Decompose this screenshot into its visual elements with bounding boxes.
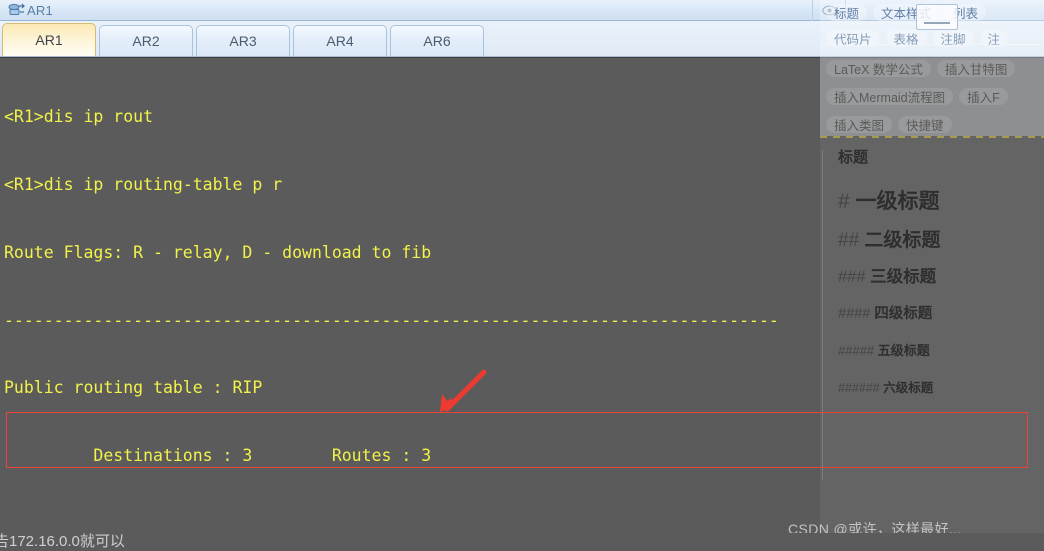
router-icon [5, 1, 27, 19]
tab-label: AR2 [132, 33, 160, 49]
tab-label: AR3 [229, 33, 257, 49]
tab-ar6[interactable]: AR6 [390, 25, 484, 56]
terminal-line: Public routing table : RIP [4, 378, 263, 398]
bottom-cut-text: 告172.16.0.0就可以 [0, 533, 125, 550]
terminal-text: <R1>dis ip rout <R1>dis ip routing-table… [0, 58, 1044, 551]
tab-ar4[interactable]: AR4 [293, 25, 387, 56]
window-title: AR1 [27, 2, 53, 18]
title-bar: AR1 [0, 0, 1044, 21]
terminal-line: <R1>dis ip rout [4, 107, 154, 127]
tab-ar2[interactable]: AR2 [99, 25, 193, 56]
terminal-line: ----------------------------------------… [4, 310, 779, 330]
device-tab-strip: AR1 AR2 AR3 AR4 AR6 [0, 21, 1044, 57]
tab-ar3[interactable]: AR3 [196, 25, 290, 56]
bottom-cut-strip: 告172.16.0.0就可以 [0, 533, 1044, 551]
terminal-line: Route Flags: R - relay, D - download to … [4, 242, 432, 262]
terminal-line: <R1>dis ip routing-table p r [4, 174, 283, 194]
tab-label: AR6 [423, 33, 451, 49]
ensp-router-console-window: AR1 AR1 AR2 AR3 AR4 AR6 <R1>dis ip rout [0, 0, 1044, 551]
terminal-line: Destinations : 3 Routes : 3 [4, 446, 432, 466]
tab-label: AR4 [326, 33, 354, 49]
tab-label: AR1 [35, 32, 63, 48]
terminal-output-pane[interactable]: <R1>dis ip rout <R1>dis ip routing-table… [0, 57, 1044, 551]
eye-icon[interactable] [812, 0, 846, 21]
tab-ar1[interactable]: AR1 [2, 23, 96, 56]
